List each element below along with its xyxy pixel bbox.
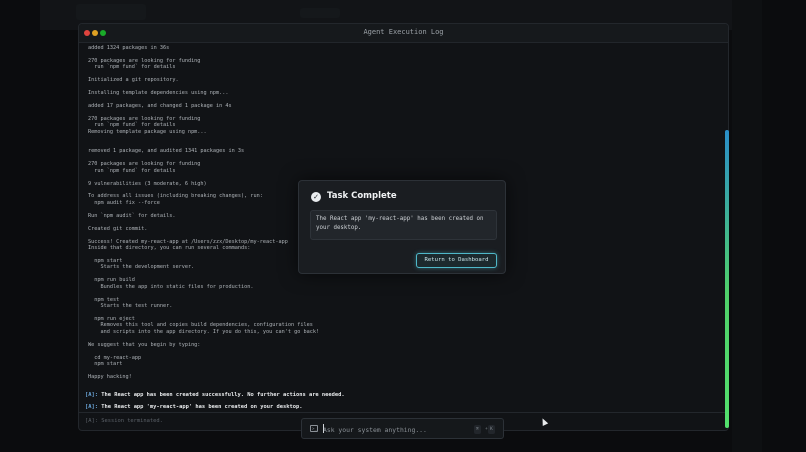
log-line: Happy hacking! bbox=[88, 374, 132, 381]
agent-tag: [A]: bbox=[85, 404, 98, 410]
session-terminated-text: [A]: Session terminated. bbox=[85, 418, 163, 424]
shortcut-key: K bbox=[488, 425, 495, 434]
text-caret bbox=[323, 424, 324, 433]
agent-message-text: The React app has been created successfu… bbox=[101, 392, 345, 398]
log-scrollbar[interactable] bbox=[725, 130, 729, 428]
agent-tag: [A]: bbox=[85, 392, 98, 398]
ask-input-bar[interactable]: >_ ⌘ + K bbox=[301, 418, 504, 439]
ask-input[interactable] bbox=[323, 423, 468, 436]
background-side-panel bbox=[732, 0, 762, 452]
background-panel bbox=[300, 8, 340, 18]
dialog-message: The React app 'my-react-app' has been cr… bbox=[310, 210, 497, 240]
check-circle-icon: ✓ bbox=[311, 192, 321, 202]
window-title: Agent Execution Log bbox=[363, 28, 444, 36]
agent-message: [A]: The React app has been created succ… bbox=[85, 392, 345, 398]
task-complete-dialog: ✓ Task Complete The React app 'my-react-… bbox=[298, 180, 506, 274]
title-bar: Agent Execution Log bbox=[79, 24, 728, 43]
dialog-title: Task Complete bbox=[327, 191, 397, 201]
return-to-dashboard-button[interactable]: Return to Dashboard bbox=[416, 253, 497, 268]
divider bbox=[79, 412, 728, 413]
background-panel bbox=[76, 4, 146, 20]
shortcut-key: ⌘ bbox=[474, 425, 481, 434]
agent-message: [A]: The React app 'my-react-app' has be… bbox=[85, 404, 302, 410]
agent-message-text: The React app 'my-react-app' has been cr… bbox=[101, 404, 303, 410]
terminal-icon: >_ bbox=[310, 425, 318, 432]
